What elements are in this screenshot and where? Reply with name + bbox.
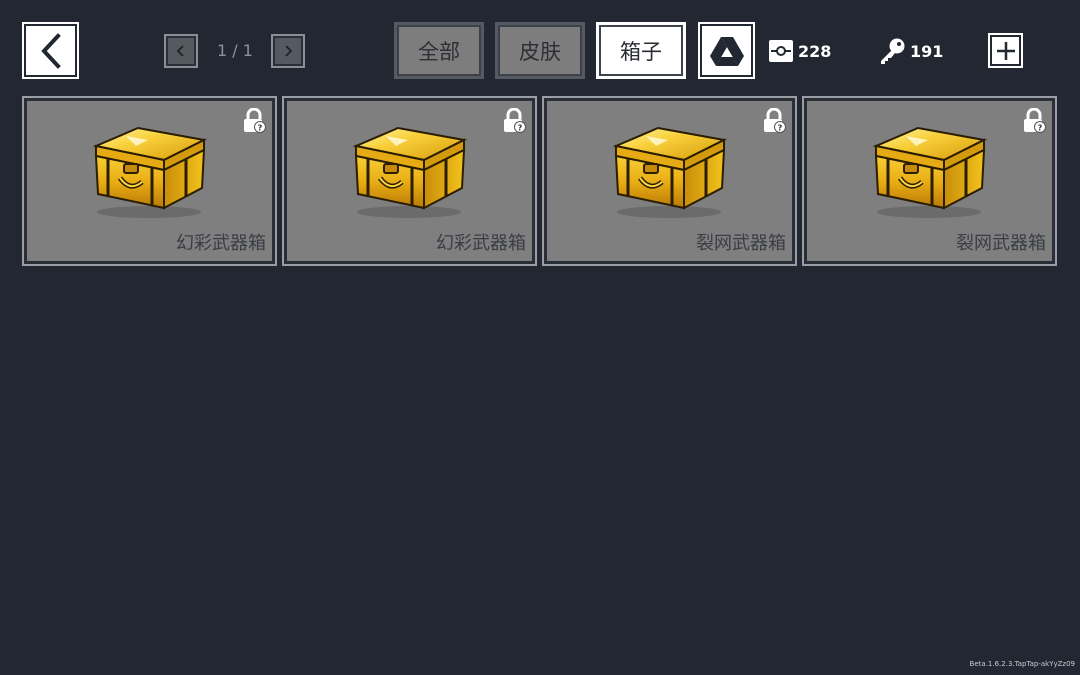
item-name: 裂网武器箱 (696, 233, 786, 254)
screen: 1 / 1 全部 皮肤 箱子 228 191 幻彩武器箱 幻彩武器箱 裂网武器箱… (0, 0, 1080, 675)
item-card[interactable]: 裂网武器箱 (542, 96, 797, 266)
triangle-drive-icon (709, 36, 744, 66)
item-name: 裂网武器箱 (956, 233, 1046, 254)
keys-count: 191 (910, 41, 944, 61)
item-card[interactable]: 幻彩武器箱 (22, 96, 277, 266)
next-page-button[interactable] (271, 34, 305, 68)
tab-all[interactable]: 全部 (394, 22, 484, 79)
golden-chest-icon (866, 118, 992, 218)
lock-unknown-icon (762, 108, 786, 134)
previous-page-button[interactable] (164, 34, 198, 68)
item-card[interactable]: 裂网武器箱 (802, 96, 1057, 266)
tab-skins[interactable]: 皮肤 (495, 22, 585, 79)
version-label: Beta.1.6.2.3.TapTap-akYyZz09 (969, 660, 1075, 668)
parts-icon (769, 40, 793, 62)
key-icon (881, 38, 905, 64)
drive-button[interactable] (698, 22, 755, 79)
chevron-left-icon (40, 32, 61, 69)
chevron-right-icon (285, 45, 293, 57)
item-card[interactable]: 幻彩武器箱 (282, 96, 537, 266)
golden-chest-icon (346, 118, 472, 218)
item-name: 幻彩武器箱 (436, 233, 526, 254)
parts-currency: 228 (768, 36, 831, 66)
parts-count: 228 (798, 41, 832, 61)
lock-unknown-icon (502, 108, 526, 134)
plus-icon (996, 41, 1015, 60)
back-button[interactable] (22, 22, 79, 79)
add-button[interactable] (988, 33, 1023, 68)
golden-chest-icon (606, 118, 732, 218)
golden-chest-icon (86, 118, 212, 218)
lock-unknown-icon (242, 108, 266, 134)
tab-boxes[interactable]: 箱子 (596, 22, 686, 79)
item-name: 幻彩武器箱 (176, 233, 266, 254)
lock-unknown-icon (1022, 108, 1046, 134)
page-indicator: 1 / 1 (217, 41, 253, 60)
chevron-left-icon (176, 45, 184, 57)
keys-currency: 191 (878, 36, 943, 66)
